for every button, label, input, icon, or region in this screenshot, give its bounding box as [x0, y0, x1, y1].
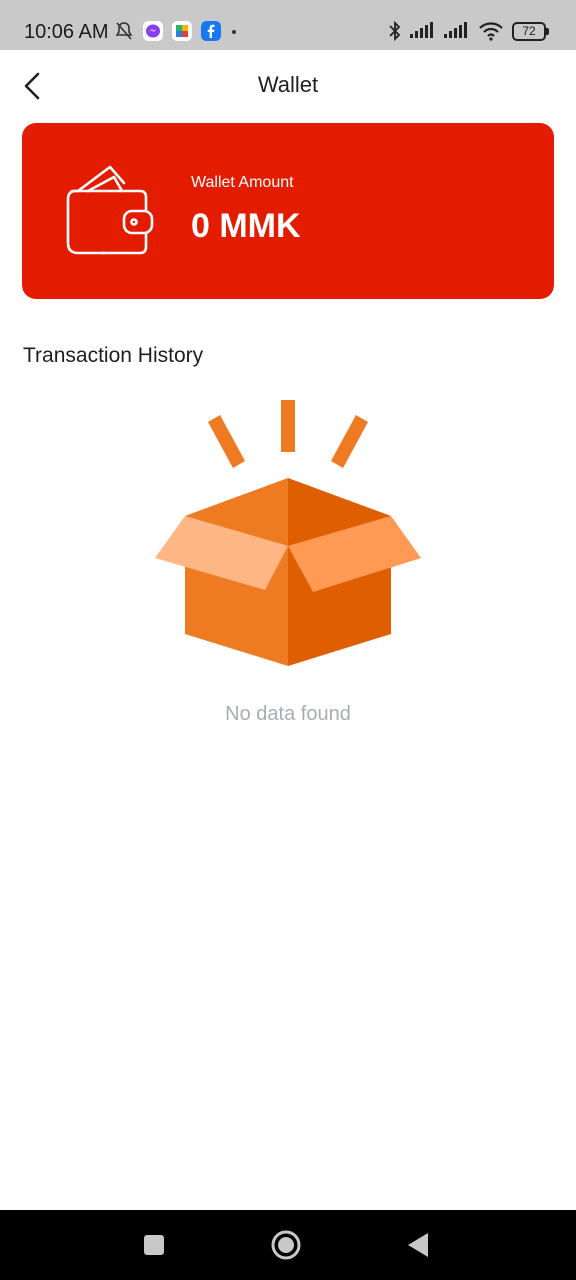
empty-box-icon	[155, 400, 421, 666]
wifi-icon	[479, 22, 503, 41]
signal-icon	[444, 22, 467, 38]
system-icons: 72	[388, 21, 549, 41]
signal-icon	[410, 22, 433, 38]
messenger-icon	[143, 21, 163, 41]
wallet-card: Wallet Amount 0 MMK	[22, 123, 554, 299]
navigation-bar	[0, 1210, 576, 1280]
app-icon	[172, 21, 192, 41]
home-button[interactable]	[268, 1227, 304, 1263]
back-button[interactable]	[400, 1227, 436, 1263]
dot-icon	[232, 30, 236, 34]
empty-state-text: No data found	[225, 703, 351, 725]
app-header: Wallet	[0, 50, 576, 122]
facebook-icon	[201, 21, 221, 41]
wallet-amount-value: 0 MMK	[191, 207, 301, 245]
transaction-history-heading: Transaction History	[23, 344, 204, 367]
bluetooth-icon	[389, 21, 401, 41]
notification-icons	[114, 21, 238, 41]
page-title: Wallet	[257, 72, 319, 97]
status-bar: 10:06 AM 72	[0, 0, 576, 50]
wallet-amount-label: Wallet Amount	[191, 174, 294, 191]
bell-off-icon	[115, 22, 133, 40]
wallet-icon	[66, 165, 154, 255]
battery-icon: 72	[512, 21, 549, 41]
status-time: 10:06 AM	[24, 21, 109, 43]
recents-button[interactable]	[136, 1227, 172, 1263]
